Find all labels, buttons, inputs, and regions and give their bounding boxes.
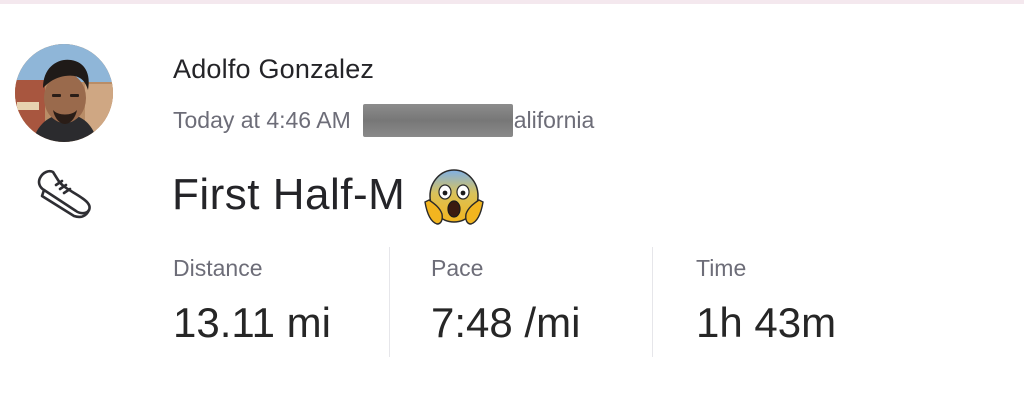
activity-title-row[interactable]: First Half-M <box>172 162 487 228</box>
stat-pace-label: Pace <box>431 255 484 281</box>
stat-pace-value: 7:48 /mi <box>431 299 581 346</box>
activity-meta: Today at 4:46 AM alifornia <box>173 103 595 137</box>
activity-title[interactable]: First Half-M <box>172 170 405 220</box>
activity-location: alifornia <box>513 106 595 133</box>
athlete-name[interactable]: Adolfo Gonzalez <box>173 54 374 85</box>
activity-timestamp: Today at 4:46 AM <box>173 106 351 133</box>
athlete-avatar[interactable] <box>15 44 113 142</box>
activity-feed-card[interactable]: Adolfo Gonzalez Today at 4:46 AM aliforn… <box>0 0 1024 420</box>
activity-stats: Distance 13.11 mi Pace 7:48 /mi Time 1h … <box>173 247 1023 357</box>
stat-time-value: 1h 43m <box>696 299 837 346</box>
stat-divider <box>652 247 653 357</box>
stat-distance-label: Distance <box>173 255 263 281</box>
stat-distance-value: 13.11 mi <box>173 299 331 346</box>
stat-time-label: Time <box>696 255 747 281</box>
avatar-photo <box>15 44 113 142</box>
redacted-location-block <box>362 103 513 137</box>
running-shoe-icon <box>37 169 91 219</box>
screaming-face-emoji-icon <box>424 169 485 225</box>
stat-divider <box>389 247 390 357</box>
